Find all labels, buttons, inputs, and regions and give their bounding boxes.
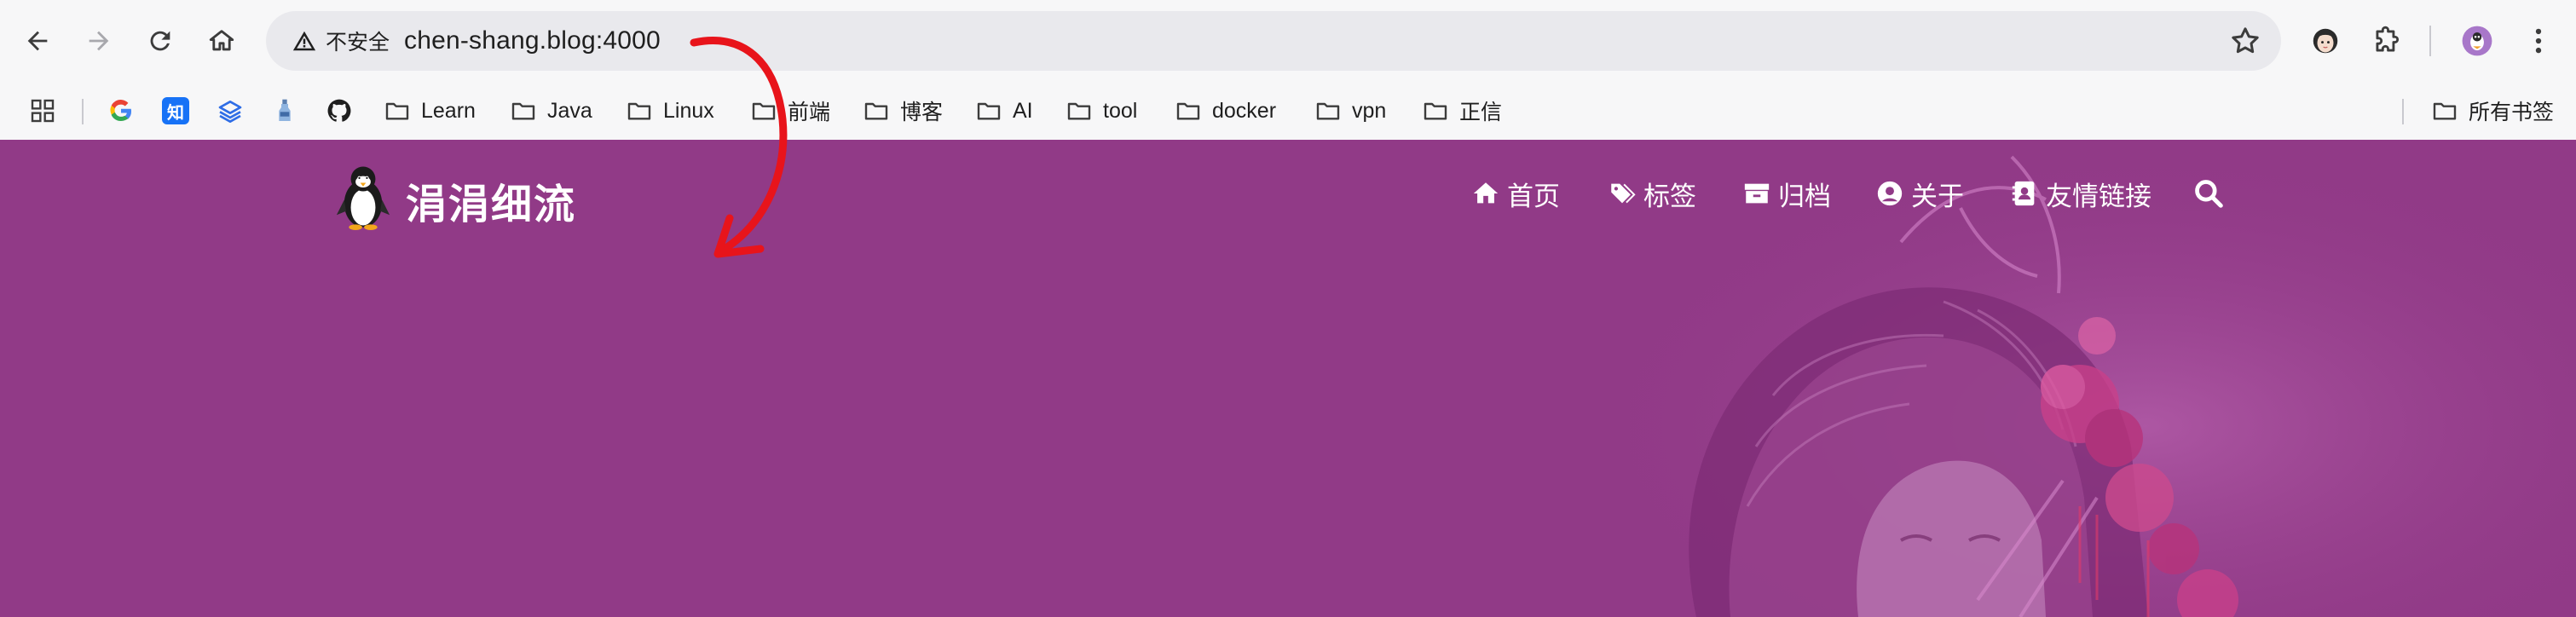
- forward-button[interactable]: [73, 15, 124, 66]
- bottle-icon: [279, 99, 291, 121]
- folder-icon: [1067, 102, 1091, 120]
- bookmark-folder-zhengxin[interactable]: 正信: [1422, 82, 1502, 140]
- folder-icon: [511, 102, 535, 120]
- reload-icon: [150, 31, 170, 51]
- bookmark-folder-java[interactable]: Java: [510, 82, 592, 140]
- bookmark-layers[interactable]: [217, 82, 244, 140]
- blog-hero: 涓涓细流 首页 标签 归档 关于 友情链接: [0, 140, 2576, 617]
- bookmark-label: Learn: [421, 98, 476, 123]
- kebab-menu-icon: [2535, 28, 2542, 54]
- bookmarks-divider: [2402, 99, 2404, 124]
- nav-label: 关于: [1911, 181, 1964, 211]
- back-button[interactable]: [12, 15, 63, 66]
- nav-label: 友情链接: [2046, 181, 2151, 211]
- home-icon: [209, 30, 234, 51]
- address-bar[interactable]: 不安全 chen-shang.blog:4000: [266, 11, 2281, 71]
- github-icon: [327, 99, 351, 122]
- nav-label: 标签: [1643, 181, 1696, 211]
- folder-icon: [627, 102, 651, 120]
- bookmark-label: AI: [1013, 98, 1033, 123]
- bookmark-folder-vpn[interactable]: vpn: [1314, 82, 1386, 140]
- nav-tags[interactable]: 标签: [1608, 172, 1696, 215]
- nav-label: 首页: [1507, 181, 1560, 211]
- nav-archive[interactable]: 归档: [1742, 172, 1831, 215]
- browser-menu-button[interactable]: [2513, 15, 2564, 66]
- home-button[interactable]: [196, 15, 247, 66]
- folder-icon: [1176, 102, 1200, 120]
- annotation-arrow: [690, 37, 788, 258]
- site-title[interactable]: 涓涓细流: [406, 170, 576, 230]
- bookmark-label: Java: [547, 98, 592, 123]
- profile-button[interactable]: [2452, 15, 2503, 66]
- all-bookmarks-button[interactable]: 所有书签: [2431, 82, 2554, 140]
- layers-icon: [218, 101, 242, 123]
- bookmark-label: 所有书签: [2469, 101, 2555, 124]
- zhihu-icon: 知: [162, 97, 189, 124]
- bookmark-label: tool: [1103, 98, 1138, 123]
- folder-icon: [864, 102, 888, 120]
- nav-about[interactable]: 关于: [1875, 172, 1964, 215]
- reload-button[interactable]: [135, 15, 186, 66]
- user-circle-icon: [1877, 181, 1903, 206]
- folder-icon: [1316, 102, 1340, 120]
- google-icon: [110, 100, 132, 122]
- folder-icon: [1424, 102, 1447, 120]
- bookmark-label: vpn: [1352, 98, 1387, 123]
- bookmark-label: 博客: [900, 101, 944, 124]
- puzzle-icon: [2376, 26, 2400, 52]
- bookmark-google[interactable]: [107, 82, 135, 140]
- security-label: 不安全: [326, 31, 390, 55]
- warning-triangle-icon: [292, 31, 316, 51]
- url-text[interactable]: chen-shang.blog:4000: [404, 11, 661, 71]
- home-icon: [1473, 182, 1499, 204]
- apps-grid-icon: [31, 99, 55, 123]
- extension-avatar-button[interactable]: [2300, 15, 2351, 66]
- bookmark-folder-ai[interactable]: AI: [975, 82, 1033, 140]
- folder-icon: [385, 102, 409, 120]
- folder-icon: [2433, 102, 2457, 120]
- bookmark-folder-blog[interactable]: 博客: [863, 82, 943, 140]
- bookmark-label: 正信: [1459, 101, 1503, 124]
- bookmark-label: docker: [1212, 98, 1277, 123]
- contact-card-icon: [2012, 181, 2035, 206]
- forward-arrow-icon: [89, 31, 109, 51]
- bookmark-bottle[interactable]: [271, 82, 298, 140]
- penguin-logo[interactable]: [334, 162, 392, 230]
- back-arrow-icon: [27, 31, 48, 51]
- search-icon[interactable]: [2192, 177, 2225, 210]
- nav-home[interactable]: 首页: [1471, 172, 1560, 215]
- folder-icon: [977, 102, 1001, 120]
- star-icon[interactable]: [2228, 24, 2262, 58]
- browser-toolbar: 不安全 chen-shang.blog:4000: [0, 0, 2576, 82]
- nav-label: 归档: [1778, 181, 1831, 211]
- girl-face-icon: [2313, 28, 2338, 54]
- nav-friend-links[interactable]: 友情链接: [2010, 172, 2151, 215]
- bookmark-folder-docker[interactable]: docker: [1175, 82, 1276, 140]
- avatar: [2462, 26, 2492, 56]
- bookmark-folder-learn[interactable]: Learn: [384, 82, 476, 140]
- site-security-chip[interactable]: 不安全: [278, 19, 408, 63]
- archive-icon: [1744, 183, 1770, 204]
- bookmark-folder-tool[interactable]: tool: [1066, 82, 1137, 140]
- bookmark-github[interactable]: [326, 82, 353, 140]
- extensions-button[interactable]: [2361, 15, 2412, 66]
- tag-icon: [1611, 183, 1636, 204]
- bookmarks-bar: 知 Learn Java Linux 前端 博客 AI tool docker: [0, 82, 2576, 140]
- bookmarks-divider: [82, 99, 84, 124]
- toolbar-divider: [2429, 26, 2431, 56]
- bookmark-zhihu[interactable]: 知: [162, 82, 189, 140]
- bookmark-apps[interactable]: [29, 82, 56, 140]
